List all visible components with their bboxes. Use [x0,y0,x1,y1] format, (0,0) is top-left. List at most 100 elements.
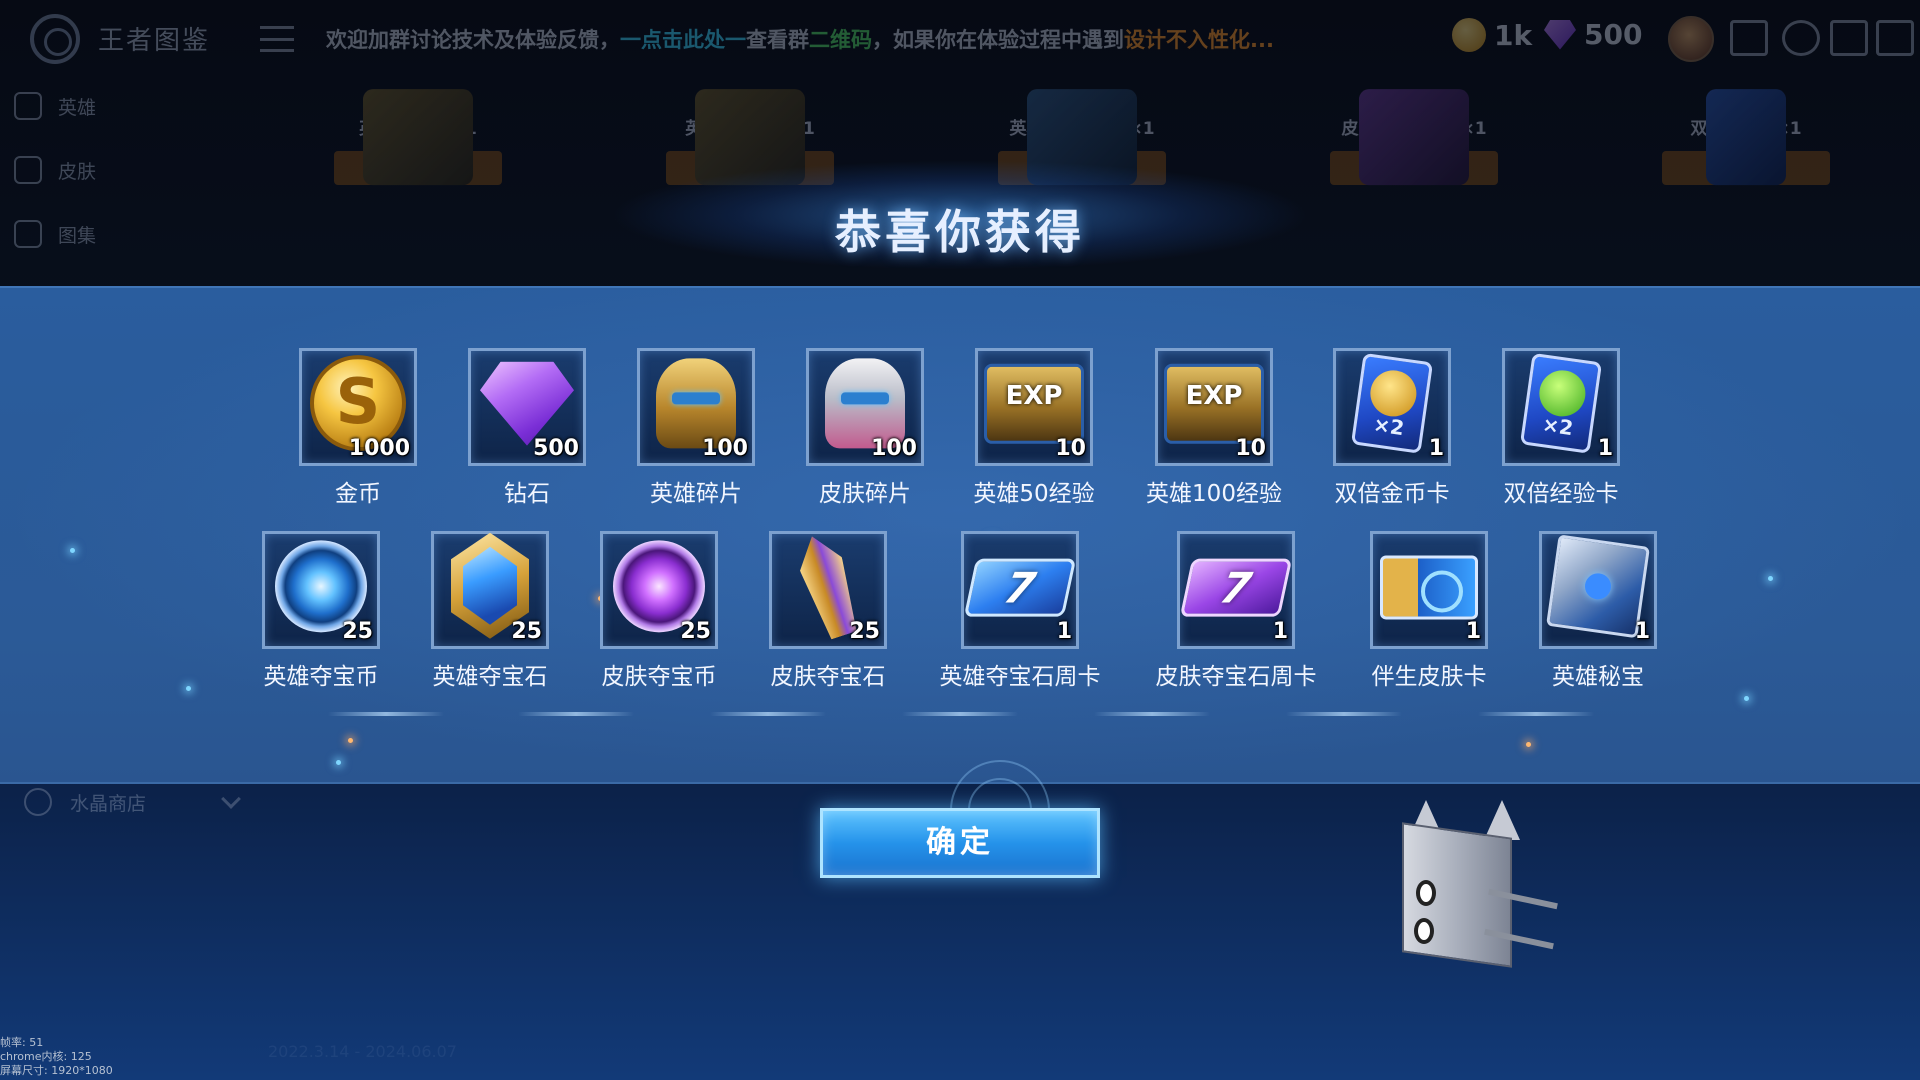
shop-card[interactable]: 双倍经验卡×1 250 [1646,88,1846,185]
reward-qty: 100 [871,436,917,461]
reward-item-hero-treasure-box[interactable]: 1 英雄秘宝 [1513,531,1683,691]
reward-label: 钻石 [504,481,550,507]
reward-item-hero-50-exp[interactable]: 10 英雄50经验 [949,348,1119,508]
reward-item-hero-100-exp[interactable]: 10 英雄100经验 [1129,348,1299,508]
exp-chest-icon [984,363,1084,444]
page-divider [710,712,826,716]
hero-week-card-icon [963,558,1077,617]
crystal-shop-label: 水晶商店 [70,792,147,815]
skin-week-card-icon [1179,558,1293,617]
confirm-button[interactable]: 确定 [820,808,1100,878]
reward-label: 金币 [335,481,381,507]
reward-qty: 100 [702,436,748,461]
mail-icon[interactable] [1730,20,1768,56]
page-divider [1094,712,1210,716]
reward-item-gold[interactable]: 1000 金币 [273,348,443,508]
reward-item-hero-week-card[interactable]: 1 英雄夺宝石周卡 [935,531,1105,691]
reward-qty: 500 [533,436,579,461]
sidebar-item-hero[interactable]: 英雄 [14,92,96,120]
avatar[interactable] [1668,16,1714,62]
week-card-icon [1359,88,1469,185]
shop-card-price[interactable]: 100 [334,151,502,185]
reward-item-double-exp-card[interactable]: ×2 1 双倍经验卡 [1476,348,1646,508]
crystal-shop-nav[interactable]: 水晶商店 [24,788,241,816]
reward-slot: ×2 1 [1502,348,1620,466]
app-logo-icon [30,14,80,64]
reward-item-hero-fragment[interactable]: 100 英雄碎片 [611,348,781,508]
reward-item-diamond[interactable]: 500 钻石 [442,348,612,508]
notice-link[interactable]: 一点击此处一 [620,28,746,52]
reward-slot: 10 [975,348,1093,466]
reward-slot: ×2 1 [1333,348,1451,466]
reward-label: 英雄秘宝 [1552,664,1644,690]
notice-qr-text: 二维码 [809,28,872,52]
reward-label: 皮肤夺宝币 [601,664,717,690]
sidebar-item-skin[interactable]: 皮肤 [14,156,96,184]
chevron-down-icon [221,789,241,809]
app-title: 王者图鉴 [98,26,211,56]
sparkle [186,686,191,691]
reward-slot: 25 [431,531,549,649]
shop-card[interactable]: 皮肤夺宝石周卡×1 500 [1314,88,1514,185]
hero-fragment-icon [656,358,736,449]
reward-slot: 10 [1155,348,1273,466]
reward-slot: 1 [1370,531,1488,649]
reward-label: 双倍经验卡 [1503,481,1619,507]
sidebar-item-label: 皮肤 [58,160,97,183]
reward-item-skin-treasure-coin[interactable]: 25 皮肤夺宝币 [574,531,744,691]
sparkle [336,760,341,765]
gift-icon[interactable] [1876,20,1914,56]
reward-item-double-gold-card[interactable]: ×2 1 双倍金币卡 [1307,348,1477,508]
diamond-balance: 500 [1544,18,1642,51]
shirt-icon [14,156,42,184]
reward-title: 恭喜你获得 [835,205,1085,259]
reward-qty: 1 [1465,619,1481,644]
gold-amount: 1k [1494,18,1533,52]
page-divider [1478,712,1594,716]
reward-qty: 10 [1055,436,1086,461]
shop-card-name: 英雄100经验×1 [685,119,815,139]
reward-item-hero-treasure-gem[interactable]: 25 英雄夺宝石 [405,531,575,691]
reward-slot: 100 [637,348,755,466]
page-divider [1286,712,1402,716]
reward-item-skin-fragment[interactable]: 100 皮肤碎片 [780,348,950,508]
reward-slot: 1 [1539,531,1657,649]
shop-card[interactable]: 英雄50经验×1 100 [318,88,518,185]
reward-label: 英雄碎片 [650,481,742,507]
shop-card-price[interactable]: 500 [1330,151,1498,185]
diamond-icon [480,361,574,446]
reward-label: 英雄夺宝币 [263,664,379,690]
menu-icon[interactable] [260,26,294,52]
gold-coin-icon [1452,18,1486,52]
reward-label: 皮肤夺宝石 [770,664,886,690]
mascot-eye [1414,918,1434,944]
double-exp-card-icon [1706,88,1786,185]
shop-card-price[interactable]: 250 [1662,151,1830,185]
reward-item-skin-treasure-gem[interactable]: 25 皮肤夺宝石 [743,531,913,691]
gear-icon[interactable] [1782,20,1820,56]
shop-card-name: 双倍经验卡×1 [1690,119,1802,139]
reward-item-companion-skin-card[interactable]: 1 伴生皮肤卡 [1344,531,1514,691]
sidebar-item-label: 英雄 [58,96,97,119]
reward-slot: 25 [600,531,718,649]
reward-slot: 1 [1177,531,1295,649]
reward-qty: 1 [1272,619,1288,644]
reward-slot: 25 [262,531,380,649]
reward-slot: 100 [806,348,924,466]
reward-label: 双倍金币卡 [1334,481,1450,507]
cube-mascot [1388,800,1558,980]
reward-label: 皮肤夺宝石周卡 [1155,664,1317,690]
reward-slot: 500 [468,348,586,466]
sparkle [1744,696,1749,701]
reward-item-hero-treasure-coin[interactable]: 25 英雄夺宝币 [236,531,406,691]
reward-qty: 25 [511,619,542,644]
reward-item-skin-week-card[interactable]: 1 皮肤夺宝石周卡 [1151,531,1321,691]
calendar-icon[interactable] [1830,20,1868,56]
reward-qty: 10 [1235,436,1266,461]
diamond-amount: 500 [1584,18,1643,51]
shop-card-name: 英雄夺宝石周卡×1 [1009,119,1155,139]
page-divider [328,712,444,716]
sidebar-item-gallery[interactable]: 图集 [14,220,96,248]
date-range: 2022.3.14 - 2024.06.07 [268,1042,457,1061]
mascot-eye [1416,880,1436,906]
